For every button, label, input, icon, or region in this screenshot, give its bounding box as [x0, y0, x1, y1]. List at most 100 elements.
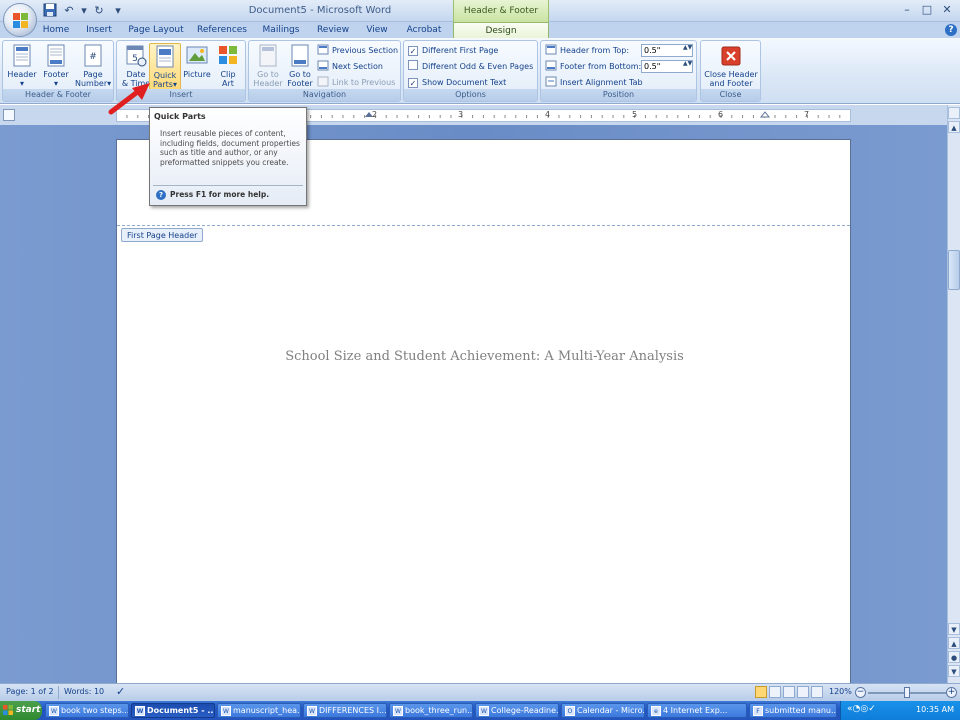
system-tray: «◔◎✓ 10:35 AM: [840, 701, 960, 720]
previous-section-button[interactable]: Previous Section: [317, 44, 398, 58]
tab-home[interactable]: Home: [40, 22, 72, 38]
tab-page-layout[interactable]: Page Layout: [127, 22, 185, 38]
windows-taskbar: start Wbook two steps... W Document5 - ..…: [0, 701, 960, 720]
next-section-icon: [317, 60, 329, 71]
go-to-header-icon: [259, 44, 277, 67]
insert-alignment-tab-button[interactable]: Insert Alignment Tab: [545, 76, 643, 90]
tray-icons[interactable]: «◔◎✓: [847, 704, 876, 714]
scroll-up-icon[interactable]: ▲: [948, 121, 960, 133]
quick-parts-icon: [156, 45, 174, 68]
ruler-toggle-button[interactable]: [948, 107, 960, 119]
word-doc-icon: W: [135, 706, 145, 716]
checkbox-checked-icon: ✓: [408, 46, 418, 56]
different-odd-even-checkbox[interactable]: Different Odd & Even Pages: [408, 60, 533, 74]
footer-from-bottom-input[interactable]: 0.5" ▲▼: [641, 60, 693, 73]
spin-arrows-icon[interactable]: ▲▼: [683, 61, 692, 72]
status-bar: Page: 1 of 2 Words: 10 ✓ 120% − +: [0, 683, 960, 701]
chevron-down-icon: ▾: [53, 79, 58, 88]
different-first-page-checkbox[interactable]: ✓ Different First Page: [408, 44, 498, 58]
redo-icon[interactable]: ↻: [91, 3, 107, 19]
undo-icon[interactable]: ↶: [61, 3, 77, 19]
taskbar-item[interactable]: Wbook two steps...: [45, 703, 129, 718]
checkbox-unchecked-icon: [408, 60, 418, 70]
minimize-button[interactable]: –: [898, 2, 916, 18]
tab-acrobat[interactable]: Acrobat: [402, 22, 446, 38]
tab-insert[interactable]: Insert: [82, 22, 116, 38]
go-to-header-button[interactable]: Go to Header: [251, 43, 285, 89]
zoom-slider-thumb[interactable]: [904, 687, 910, 698]
word-doc-icon: W: [307, 706, 317, 716]
tab-review[interactable]: Review: [313, 22, 353, 38]
maximize-button[interactable]: □: [918, 2, 936, 18]
print-layout-view-icon[interactable]: [755, 686, 767, 698]
scroll-down-icon[interactable]: ▼: [948, 623, 960, 635]
help-icon[interactable]: ?: [945, 24, 957, 36]
taskbar-item-active[interactable]: W Document5 - ...: [131, 703, 215, 718]
red-arrow-annotation: [108, 83, 150, 115]
next-page-icon[interactable]: ▼: [948, 665, 960, 677]
document-heading[interactable]: School Size and Student Achievement: A M…: [117, 349, 852, 364]
taskbar-item[interactable]: W DIFFERENCES I...: [303, 703, 387, 718]
zoom-level[interactable]: 120%: [829, 687, 852, 696]
customize-quick-access-icon[interactable]: ▾: [110, 3, 126, 19]
taskbar-item[interactable]: Wmanuscript_hea...: [217, 703, 301, 718]
tab-mailings[interactable]: Mailings: [259, 22, 303, 38]
page-count[interactable]: Page: 1 of 2: [6, 687, 54, 696]
zoom-out-icon[interactable]: −: [855, 687, 866, 698]
draft-view-icon[interactable]: [811, 686, 823, 698]
ruler-number-4: 4: [545, 110, 551, 119]
clip-art-icon: [219, 46, 237, 64]
zoom-in-icon[interactable]: +: [946, 687, 957, 698]
outline-view-icon[interactable]: [797, 686, 809, 698]
tab-references[interactable]: References: [195, 22, 249, 38]
link-to-previous-button[interactable]: Link to Previous: [317, 76, 395, 90]
contextual-tab-group-label: Header & Footer Tools: [453, 0, 549, 38]
taskbar-item[interactable]: Wbook_three_run...: [389, 703, 473, 718]
alignment-tab-icon: [545, 76, 557, 87]
proofing-icon[interactable]: ✓: [116, 685, 125, 698]
taskbar-item[interactable]: W College-Readine...: [475, 703, 559, 718]
link-icon: [317, 76, 329, 87]
go-to-footer-button[interactable]: Go to Footer: [283, 43, 317, 89]
group-options: ✓ Different First Page Different Odd & Ev…: [403, 40, 538, 102]
right-indent-icon[interactable]: [759, 111, 771, 118]
undo-dropdown-icon[interactable]: ▾: [80, 3, 88, 19]
taskbar-item[interactable]: O Calendar - Micro...: [561, 703, 645, 718]
start-button[interactable]: start: [0, 701, 42, 720]
picture-button[interactable]: Picture: [181, 43, 213, 89]
document-page[interactable]: First Page Header School Size and Studen…: [116, 139, 851, 699]
save-icon[interactable]: [42, 3, 58, 19]
close-header-footer-button[interactable]: Close Header and Footer: [703, 43, 759, 89]
select-browse-object-icon[interactable]: ●: [948, 651, 960, 663]
full-screen-reading-icon[interactable]: [769, 686, 781, 698]
folder-icon: F: [753, 706, 763, 716]
word-count[interactable]: Words: 10: [64, 687, 104, 696]
clip-art-button[interactable]: Clip Art: [213, 43, 243, 89]
group-label-navigation: Navigation: [249, 89, 400, 101]
footer-button[interactable]: Footer ▾: [39, 43, 73, 89]
header-from-top-input[interactable]: 0.5" ▲▼: [641, 44, 693, 57]
next-section-button[interactable]: Next Section: [317, 60, 383, 74]
vertical-scrollbar[interactable]: ▲ ▼ ▲ ● ▼: [947, 105, 960, 683]
show-document-text-checkbox[interactable]: ✓ Show Document Text: [408, 76, 506, 90]
clock[interactable]: 10:35 AM: [916, 705, 954, 714]
first-page-header-tag: First Page Header: [121, 228, 204, 242]
ruler-number-2: 2: [372, 110, 378, 119]
tab-view[interactable]: View: [362, 22, 392, 38]
tab-design[interactable]: Design: [453, 22, 549, 39]
previous-page-icon[interactable]: ▲: [948, 637, 960, 649]
taskbar-item[interactable]: e4 Internet Exp...: [647, 703, 747, 718]
group-header-footer: Header ▾ Footer ▾ # Page Number▾ Header …: [2, 40, 114, 102]
svg-text:#: #: [89, 52, 97, 62]
checkbox-checked-icon: ✓: [408, 78, 418, 88]
header-position-icon: [545, 44, 557, 55]
header-icon: [13, 44, 31, 67]
spin-arrows-icon[interactable]: ▲▼: [683, 45, 692, 56]
scrollbar-thumb[interactable]: [948, 250, 960, 290]
close-button[interactable]: ✕: [938, 2, 956, 18]
tab-selector-button[interactable]: [3, 109, 15, 121]
header-button[interactable]: Header ▾: [5, 43, 39, 89]
taskbar-item[interactable]: Fsubmitted manu...: [749, 703, 837, 718]
office-button[interactable]: [3, 3, 37, 37]
web-layout-icon[interactable]: [783, 686, 795, 698]
